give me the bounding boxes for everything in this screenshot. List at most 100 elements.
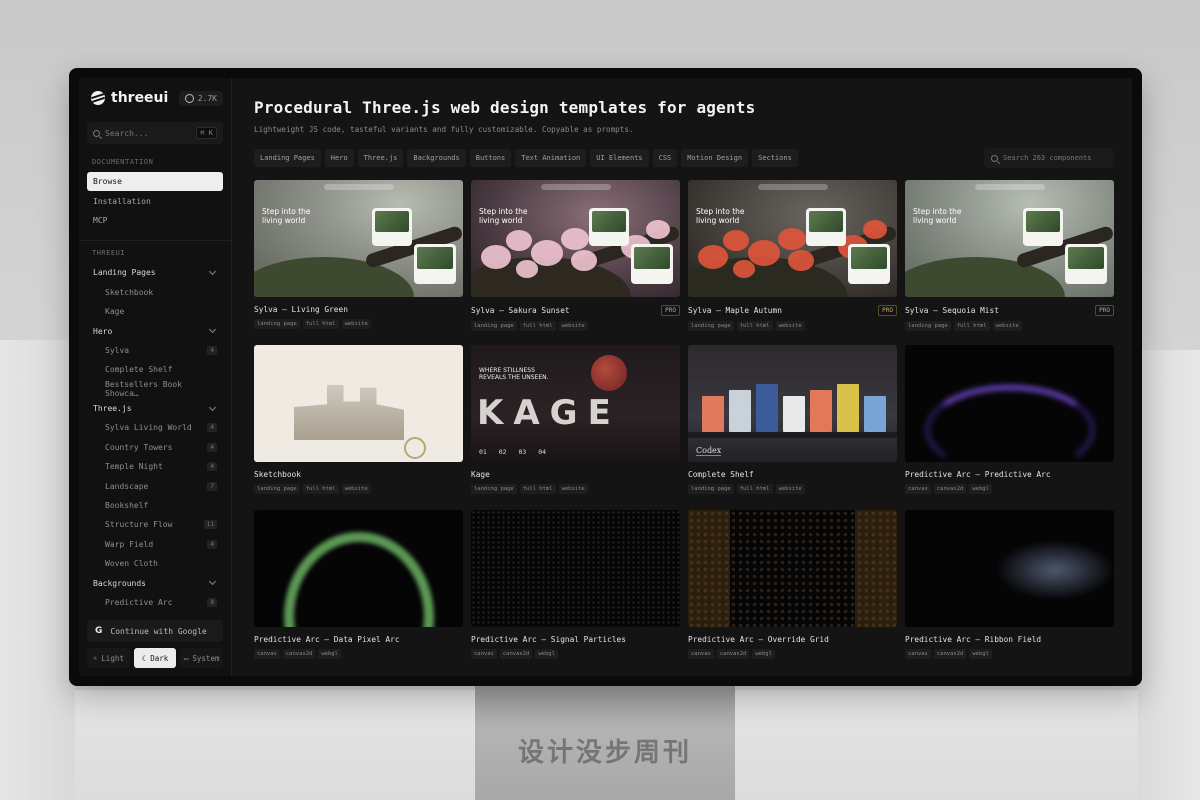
component-card-sylva-sequoia-mist[interactable]: Step into the living world Sylva — Sequoi… bbox=[905, 180, 1114, 345]
card-title[interactable]: Kage bbox=[471, 470, 490, 479]
card-tag: website bbox=[341, 484, 371, 494]
sidebar-item-country-towers[interactable]: Country Towers 4 bbox=[87, 438, 223, 457]
card-thumbnail[interactable]: Step into the living world bbox=[471, 180, 680, 297]
card-title[interactable]: Predictive Arc — Predictive Arc bbox=[905, 470, 1051, 479]
search-shortcut: ⌘ K bbox=[196, 127, 217, 139]
sidebar-item-landscape[interactable]: Landscape 7 bbox=[87, 476, 223, 495]
sidebar-item-label: Bookshelf bbox=[105, 501, 149, 511]
sidebar-item-temple-night[interactable]: Temple Night 4 bbox=[87, 457, 223, 476]
sidebar-item-label: Temple Night bbox=[105, 462, 163, 472]
filter-chip-three-js[interactable]: Three.js bbox=[357, 149, 404, 167]
filter-chip-sections[interactable]: Sections bbox=[752, 149, 798, 167]
sidebar-item-kage[interactable]: Kage bbox=[87, 302, 223, 321]
card-thumbnail[interactable] bbox=[471, 510, 680, 627]
sidebar-item-installation[interactable]: Installation bbox=[87, 191, 223, 210]
sidebar-item-sylva-living-world[interactable]: Sylva Living World 4 bbox=[87, 418, 223, 437]
sidebar-item-backgrounds[interactable]: Backgrounds bbox=[87, 573, 223, 592]
card-thumbnail[interactable] bbox=[905, 510, 1114, 627]
sidebar-search-input[interactable]: Search... ⌘ K bbox=[87, 122, 223, 144]
preview-arc bbox=[688, 510, 897, 627]
sidebar-item-predictive-arc[interactable]: Predictive Arc 8 bbox=[87, 593, 223, 612]
card-title[interactable]: Predictive Arc — Ribbon Field bbox=[905, 635, 1041, 644]
preview-shelf bbox=[688, 432, 897, 438]
filter-chip-css[interactable]: CSS bbox=[652, 149, 678, 167]
category-chips: Landing Pages Hero Three.js Backgrounds Butt… bbox=[254, 149, 798, 167]
card-title[interactable]: Complete Shelf bbox=[688, 470, 754, 479]
sidebar-item-three-js[interactable]: Three.js bbox=[87, 399, 223, 418]
theme-light-button[interactable]: ☼ Light bbox=[87, 648, 130, 668]
sidebar-item-bestsellers-book-showca[interactable]: Bestsellers Book Showca… bbox=[87, 380, 223, 399]
component-card-kage[interactable]: WHERE STILLNESS REVEALS THE UNSEEN. KAGE 0… bbox=[471, 345, 680, 510]
component-card-sylva-living-green[interactable]: Step into the living world Sylva — Living… bbox=[254, 180, 463, 345]
filter-chip-ui-elements[interactable]: UI Elements bbox=[590, 149, 649, 167]
preview-blossom bbox=[723, 230, 749, 251]
sidebar-item-label: Complete Shelf bbox=[105, 365, 173, 375]
item-count-badge: 11 bbox=[203, 520, 217, 530]
pro-badge: PRO bbox=[878, 305, 897, 316]
sidebar-item-bookshelf[interactable]: Bookshelf bbox=[87, 496, 223, 515]
filter-chip-motion-design[interactable]: Motion Design bbox=[681, 149, 749, 167]
component-card-complete-shelf[interactable]: Codex Complete Shelf landing page full html… bbox=[688, 345, 897, 510]
sidebar-item-complete-shelf[interactable]: Complete Shelf bbox=[87, 360, 223, 379]
component-card-predictive-arc-signal-particles[interactable]: Predictive Arc — Signal Particles canvas c… bbox=[471, 510, 680, 675]
sidebar-item-landing-pages[interactable]: Landing Pages bbox=[87, 263, 223, 282]
sidebar-item-label: Installation bbox=[93, 196, 151, 206]
filter-chip-landing-pages[interactable]: Landing Pages bbox=[254, 149, 321, 167]
component-card-predictive-arc-data-pixel-arc[interactable]: Predictive Arc — Data Pixel Arc canvas can… bbox=[254, 510, 463, 675]
component-card-sylva-sakura-sunset[interactable]: Step into the living world Sylva — Sakura… bbox=[471, 180, 680, 345]
sidebar-item-label: Bestsellers Book Showca… bbox=[105, 380, 183, 399]
component-card-sylva-maple-autumn[interactable]: Step into the living world Sylva — Maple … bbox=[688, 180, 897, 345]
filter-chip-buttons[interactable]: Buttons bbox=[469, 149, 512, 167]
filter-chip-text-animation[interactable]: Text Animation bbox=[515, 149, 587, 167]
sidebar-item-browse[interactable]: Browse bbox=[87, 172, 223, 192]
filter-chip-backgrounds[interactable]: Backgrounds bbox=[407, 149, 466, 167]
theme-system-button[interactable]: ▭ System bbox=[180, 648, 224, 668]
card-thumbnail[interactable] bbox=[905, 345, 1114, 462]
sidebar-item-sketchbook[interactable]: Sketchbook bbox=[87, 283, 223, 302]
component-card-predictive-arc-override-grid[interactable]: Predictive Arc — Override Grid canvas canv… bbox=[688, 510, 897, 675]
card-tags: landing page full html website bbox=[471, 484, 680, 494]
item-count-badge: 4 bbox=[207, 462, 217, 472]
sidebar-item-structure-flow[interactable]: Structure Flow 11 bbox=[87, 515, 223, 534]
component-card-predictive-arc-predictive-arc[interactable]: Predictive Arc — Predictive Arc canvas can… bbox=[905, 345, 1114, 510]
continue-with-google-button[interactable]: G Continue with Google bbox=[87, 620, 223, 642]
card-tag: canvas2d bbox=[716, 649, 750, 659]
card-title[interactable]: Predictive Arc — Override Grid bbox=[688, 635, 829, 644]
theme-dark-button[interactable]: ☾ Dark bbox=[133, 648, 177, 668]
card-thumbnail[interactable]: Codex bbox=[688, 345, 897, 462]
sidebar-item-warp-field[interactable]: Warp Field 4 bbox=[87, 535, 223, 554]
card-thumbnail[interactable] bbox=[254, 510, 463, 627]
preview-blossom bbox=[778, 228, 806, 251]
component-card-predictive-arc-ribbon-field[interactable]: Predictive Arc — Ribbon Field canvas canva… bbox=[905, 510, 1114, 675]
card-title[interactable]: Sylva — Sequoia Mist bbox=[905, 306, 999, 315]
sidebar-item-woven-cloth[interactable]: Woven Cloth bbox=[87, 554, 223, 573]
card-title[interactable]: Sketchbook bbox=[254, 470, 301, 479]
sidebar-item-sylva[interactable]: Sylva 4 bbox=[87, 341, 223, 360]
card-thumbnail[interactable]: WHERE STILLNESS REVEALS THE UNSEEN. KAGE 0… bbox=[471, 345, 680, 462]
card-title[interactable]: Predictive Arc — Signal Particles bbox=[471, 635, 626, 644]
chevron-down-icon bbox=[208, 403, 217, 411]
sidebar-item-label: Landscape bbox=[105, 481, 149, 491]
sidebar-item-mcp[interactable]: MCP bbox=[87, 211, 223, 230]
card-thumbnail[interactable]: Step into the living world bbox=[254, 180, 463, 297]
card-thumbnail[interactable] bbox=[254, 345, 463, 462]
card-title[interactable]: Sylva — Sakura Sunset bbox=[471, 306, 570, 315]
card-title[interactable]: Sylva — Living Green bbox=[254, 305, 348, 314]
preview-book bbox=[756, 384, 778, 432]
component-card-sketchbook[interactable]: Sketchbook landing page full html website bbox=[254, 345, 463, 510]
card-title[interactable]: Predictive Arc — Data Pixel Arc bbox=[254, 635, 400, 644]
filter-chip-hero[interactable]: Hero bbox=[324, 149, 354, 167]
component-search-input[interactable]: Search 263 components bbox=[984, 148, 1114, 168]
github-stars-button[interactable]: 2.7K bbox=[178, 90, 223, 106]
sidebar: threeui 2.7K Search... ⌘ K DOCUMENTATION… bbox=[79, 78, 232, 676]
card-thumbnail[interactable]: Step into the living world bbox=[905, 180, 1114, 297]
brand-link[interactable]: threeui bbox=[91, 90, 168, 106]
sidebar-item-hero[interactable]: Hero bbox=[87, 321, 223, 340]
card-tags: landing page full html website bbox=[688, 484, 897, 494]
card-tags: canvas canvas2d webgl bbox=[905, 484, 1114, 494]
card-title[interactable]: Sylva — Maple Autumn bbox=[688, 306, 782, 315]
card-thumbnail[interactable]: Step into the living world bbox=[688, 180, 897, 297]
card-tags: landing page full html website bbox=[471, 321, 680, 331]
card-title-row: Predictive Arc — Predictive Arc bbox=[905, 470, 1114, 479]
card-thumbnail[interactable] bbox=[688, 510, 897, 627]
